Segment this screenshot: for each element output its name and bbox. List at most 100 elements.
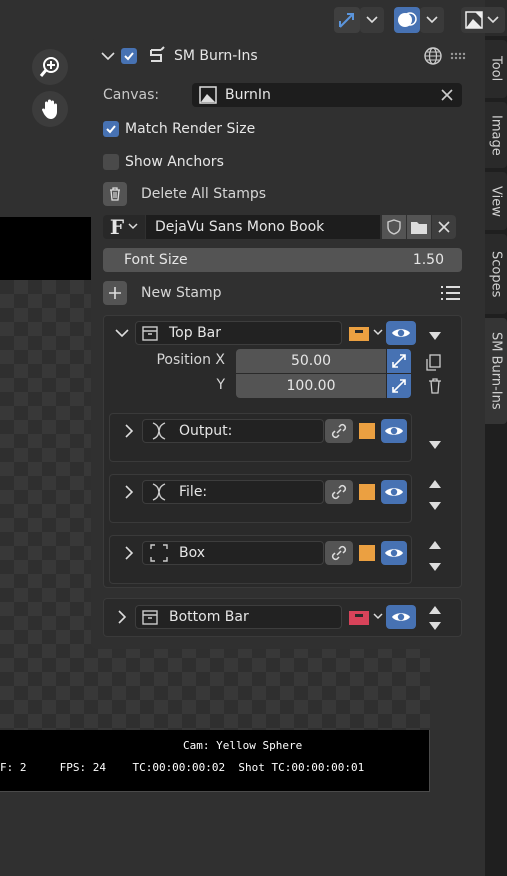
- display-mode-button[interactable]: [461, 7, 505, 33]
- top-bar-name-field[interactable]: Top Bar: [135, 321, 342, 345]
- stamp-icon: [150, 46, 165, 62]
- stamp-name-field[interactable]: File:: [142, 480, 324, 504]
- delete-all-stamps-button[interactable]: Delete All Stamps: [103, 182, 462, 206]
- globe-icon[interactable]: [423, 46, 443, 66]
- close-icon: [438, 221, 450, 233]
- bottom-bar-color-dropdown[interactable]: [344, 605, 384, 629]
- trash-icon: [110, 187, 120, 201]
- move-up-icon[interactable]: [429, 541, 441, 549]
- match-render-size-row[interactable]: Match Render Size: [103, 118, 462, 140]
- top-bar-name: Top Bar: [169, 325, 222, 341]
- match-render-size-checkbox[interactable]: [103, 121, 119, 137]
- fake-user-button[interactable]: [382, 215, 406, 239]
- stamp-visibility-toggle[interactable]: [381, 419, 407, 443]
- stamp-color-swatch[interactable]: [359, 484, 375, 500]
- add-stamp-icon-button[interactable]: [103, 281, 127, 305]
- panel-enable-checkbox[interactable]: [121, 48, 137, 64]
- stamp-color-swatch[interactable]: [359, 423, 375, 439]
- bottom-bar-visibility-toggle[interactable]: [386, 605, 416, 629]
- tab-sm-burn-ins[interactable]: SM Burn-Ins: [485, 318, 507, 424]
- font-browse-button[interactable]: F: [103, 215, 145, 239]
- position-y-field[interactable]: 100.00: [236, 374, 386, 398]
- stamp-name-field[interactable]: Output:: [142, 419, 324, 443]
- bar-icon: [142, 326, 158, 341]
- panel-header[interactable]: SM Burn-Ins: [101, 46, 466, 66]
- move-down-icon[interactable]: [429, 441, 441, 449]
- link-button[interactable]: [325, 480, 353, 504]
- move-down-icon[interactable]: [429, 332, 441, 340]
- font-row: F DejaVu Sans Mono Book: [103, 215, 462, 239]
- chevron-down-icon: [128, 223, 138, 230]
- trash-icon[interactable]: [426, 377, 444, 395]
- move-down-icon[interactable]: [429, 502, 441, 510]
- top-bar-header[interactable]: Top Bar: [104, 320, 463, 346]
- pan-button[interactable]: [32, 91, 68, 127]
- bottom-bar-header[interactable]: Bottom Bar: [104, 604, 463, 630]
- canvas-field[interactable]: BurnIn: [192, 83, 462, 107]
- hand-icon: [42, 99, 57, 119]
- copy-icon[interactable]: [424, 353, 444, 373]
- sidebar-tabs: Tool Image View Scopes SM Burn-Ins: [485, 36, 507, 876]
- stamp-visibility-toggle[interactable]: [381, 480, 407, 504]
- move-down-icon[interactable]: [429, 563, 441, 571]
- bottom-bar-name-field[interactable]: Bottom Bar: [135, 605, 342, 629]
- stamp-name: Box: [179, 545, 206, 561]
- tab-view[interactable]: View: [485, 172, 507, 230]
- stamp-item-header[interactable]: Box: [110, 540, 413, 566]
- drag-handle-icon[interactable]: [449, 51, 467, 61]
- tab-scopes[interactable]: Scopes: [485, 234, 507, 314]
- position-y-row: Y 100.00: [104, 374, 463, 398]
- zoom-button[interactable]: [32, 49, 68, 85]
- check-icon: [124, 52, 134, 61]
- image-icon: [199, 86, 217, 104]
- panel-title: SM Burn-Ins: [174, 48, 258, 64]
- stamp-visibility-toggle[interactable]: [381, 541, 407, 565]
- open-font-button[interactable]: [407, 215, 431, 239]
- new-stamp-row: New Stamp: [103, 281, 462, 305]
- gizmo-toggle-button[interactable]: [334, 7, 360, 33]
- stamp-name-field[interactable]: Box: [142, 541, 324, 565]
- chevron-down-icon: [426, 16, 438, 24]
- stamp-item-header[interactable]: Output:: [110, 418, 413, 444]
- shield-icon: [387, 219, 401, 235]
- gizmo-dropdown[interactable]: [360, 7, 384, 33]
- stamp-item-header[interactable]: File:: [110, 479, 413, 505]
- move-down-icon[interactable]: [429, 622, 441, 630]
- folder-icon: [411, 222, 427, 234]
- show-anchors-checkbox[interactable]: [103, 154, 119, 170]
- tab-image[interactable]: Image: [485, 102, 507, 168]
- stamp-color-swatch[interactable]: [359, 545, 375, 561]
- position-y-pick-button[interactable]: [387, 374, 411, 398]
- position-x-field[interactable]: 50.00: [236, 349, 386, 373]
- font-size-slider[interactable]: Font Size 1.50: [103, 248, 462, 272]
- overlay-dropdown[interactable]: [420, 7, 444, 33]
- stamp-item-box: Box: [109, 535, 412, 584]
- close-icon[interactable]: [440, 88, 454, 102]
- color-tag-icon: [349, 611, 369, 625]
- new-stamp-label[interactable]: New Stamp: [141, 285, 221, 301]
- image-bottom-bar-region: Cam: Yellow Sphere F: 2 FPS: 24 TC:00:00…: [0, 730, 430, 792]
- bottom-bar-box: Bottom Bar: [103, 598, 462, 637]
- unlink-font-button[interactable]: [432, 215, 456, 239]
- burnin-timecode-text: F: 2 FPS: 24 TC:00:00:00:02 Shot TC:00:0…: [0, 761, 365, 774]
- plus-icon: [109, 287, 121, 299]
- move-up-icon[interactable]: [429, 480, 441, 488]
- chevron-down-icon: [366, 16, 378, 24]
- list-menu-icon[interactable]: [440, 284, 462, 302]
- image-display-icon: [465, 11, 483, 29]
- expand-arrows-icon: [392, 379, 406, 393]
- canvas-value: BurnIn: [225, 87, 271, 103]
- tab-tool[interactable]: Tool: [485, 40, 507, 98]
- top-bar-visibility-toggle[interactable]: [386, 321, 416, 345]
- font-name-field[interactable]: DejaVu Sans Mono Book: [146, 215, 380, 239]
- top-bar-color-dropdown[interactable]: [344, 321, 384, 345]
- link-button[interactable]: [325, 541, 353, 565]
- move-up-icon[interactable]: [429, 606, 441, 614]
- tab-label: Scopes: [488, 250, 504, 298]
- sm-burnins-panel: SM Burn-Ins Canvas: BurnIn Match Render …: [91, 38, 474, 649]
- overlay-toggle-button[interactable]: [394, 7, 420, 33]
- link-button[interactable]: [325, 419, 353, 443]
- tab-label: Image: [488, 114, 504, 156]
- position-x-pick-button[interactable]: [387, 349, 411, 373]
- show-anchors-row[interactable]: Show Anchors: [103, 151, 462, 173]
